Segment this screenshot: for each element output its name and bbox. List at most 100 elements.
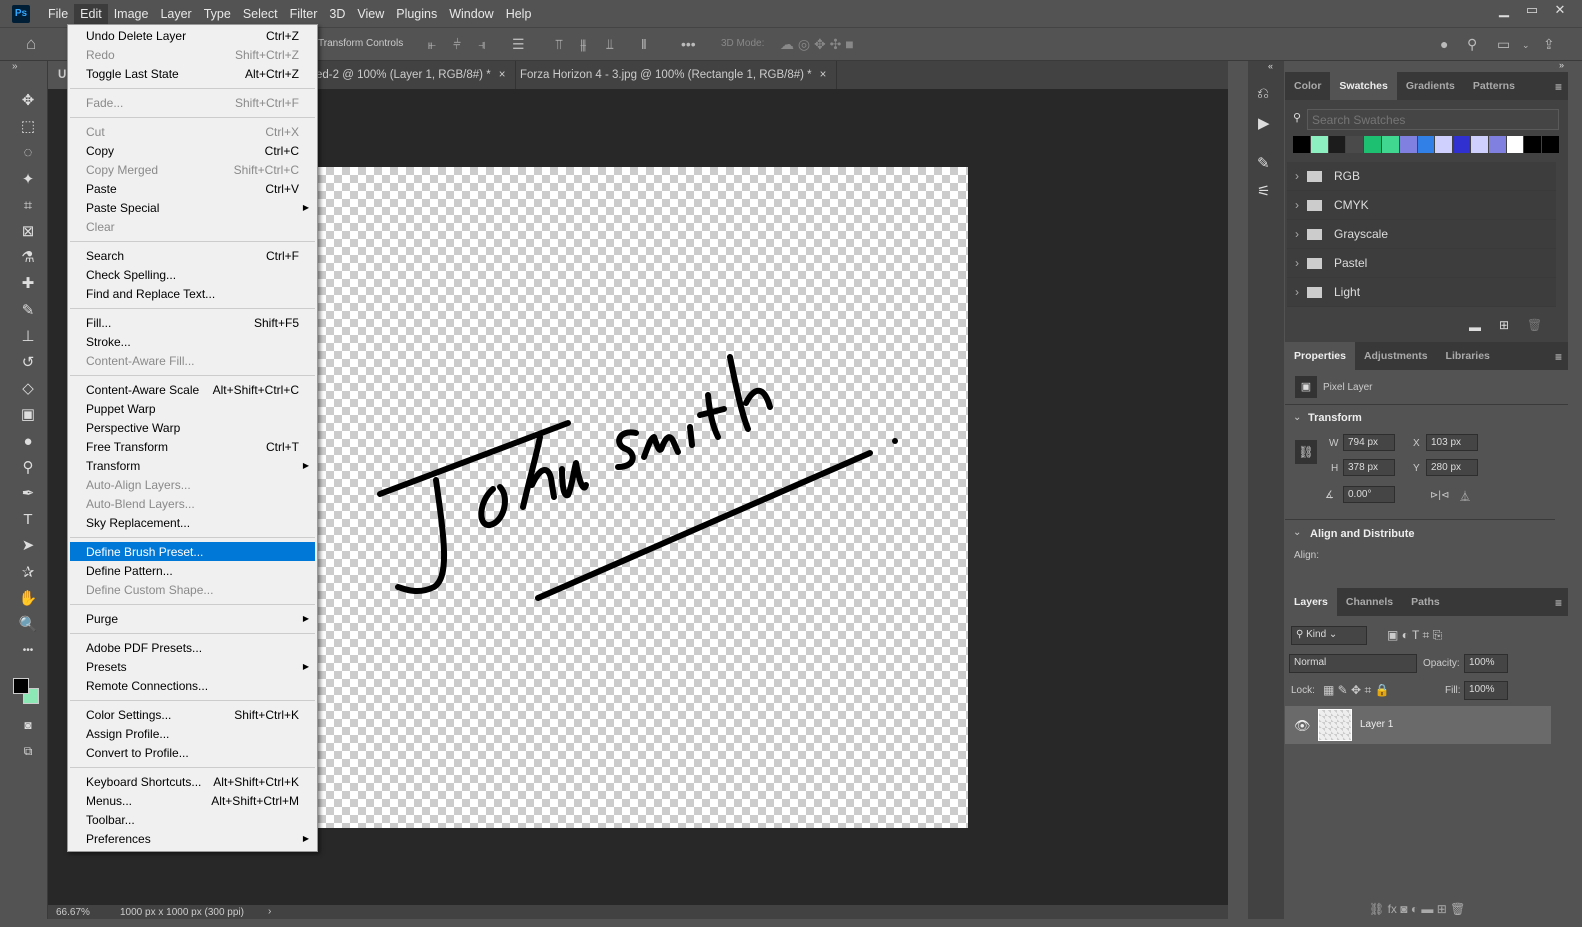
frame-icon[interactable]: ⊠: [18, 222, 38, 242]
color-swatch[interactable]: [1399, 136, 1417, 153]
blend-mode-select[interactable]: Normal: [1289, 654, 1417, 673]
link-icon[interactable]: ⛓: [1295, 440, 1317, 464]
menu-item-copy-merged[interactable]: Copy Merged Shift+Ctrl+C: [68, 160, 317, 179]
document-tab[interactable]: ed-2 @ 100% (Layer 1, RGB/8#) * ×: [306, 61, 517, 89]
lock-icons[interactable]: ▦ ✎ ✥ ⌗ 🔒: [1323, 683, 1389, 698]
healing-icon[interactable]: ✚: [18, 274, 38, 294]
search-swatches-input[interactable]: [1307, 109, 1559, 130]
color-swatch[interactable]: [1506, 136, 1524, 153]
eye-icon[interactable]: 👁: [1294, 718, 1311, 734]
new-group-icon[interactable]: ▬: [1469, 320, 1481, 334]
history-icon[interactable]: ⎌: [1257, 85, 1269, 102]
screen-mode-icon[interactable]: ⧉: [18, 741, 38, 761]
menu-item-color-settings[interactable]: Color Settings... Shift+Ctrl+K: [68, 705, 317, 724]
color-swatch[interactable]: [1328, 136, 1346, 153]
color-swatch[interactable]: [1293, 136, 1310, 153]
menu-item-transform[interactable]: Transform ▶: [68, 456, 317, 475]
foreground-color-swatch[interactable]: [13, 678, 29, 694]
expand-icon[interactable]: »: [12, 61, 18, 72]
x-field[interactable]: 103 px: [1426, 434, 1478, 451]
workspace-icon[interactable]: ▭: [1497, 36, 1510, 53]
menu-3d[interactable]: 3D: [323, 4, 351, 24]
menu-item-perspective-warp[interactable]: Perspective Warp: [68, 418, 317, 437]
magic-wand-icon[interactable]: ✦: [18, 170, 38, 190]
color-swatch[interactable]: [1524, 136, 1542, 153]
menu-item-content-aware-fill[interactable]: Content-Aware Fill...: [68, 351, 317, 370]
menu-type[interactable]: Type: [198, 4, 237, 24]
new-swatch-icon[interactable]: ⊞: [1499, 318, 1509, 332]
tab-channels[interactable]: Channels: [1337, 588, 1402, 616]
tab-layers[interactable]: Layers: [1285, 588, 1337, 616]
close-icon[interactable]: ×: [499, 69, 506, 81]
eyedropper-icon[interactable]: ⚗: [18, 248, 38, 268]
opacity-field[interactable]: 100%: [1464, 654, 1508, 673]
lasso-icon[interactable]: ◌: [18, 143, 38, 163]
menu-item-cut[interactable]: Cut Ctrl+X: [68, 122, 317, 141]
distribute-vertical-icon[interactable]: ‖: [641, 36, 647, 52]
brush-icon[interactable]: ✎: [18, 301, 38, 321]
menu-select[interactable]: Select: [237, 4, 284, 24]
swatch-group-pastel[interactable]: › Pastel: [1287, 249, 1556, 278]
chevron-down-icon[interactable]: ⌄: [1293, 412, 1301, 423]
distribute-icon[interactable]: ☰: [512, 36, 525, 53]
tab-color[interactable]: Color: [1285, 72, 1330, 100]
delete-icon[interactable]: 🗑: [1527, 318, 1542, 332]
color-swatch[interactable]: [1346, 136, 1364, 153]
menu-item-adobe-pdf-presets[interactable]: Adobe PDF Presets...: [68, 638, 317, 657]
menu-item-presets[interactable]: Presets ▶: [68, 657, 317, 676]
align-right-icon[interactable]: ⫣: [478, 36, 486, 53]
align-bottom-icon[interactable]: ⫫: [606, 36, 614, 53]
align-top-icon[interactable]: ⫪: [555, 36, 563, 53]
menu-item-check-spelling[interactable]: Check Spelling...: [68, 265, 317, 284]
chevron-right-icon[interactable]: ›: [1295, 169, 1299, 183]
menu-image[interactable]: Image: [108, 4, 155, 24]
home-icon[interactable]: ⌂: [26, 34, 36, 54]
fill-field[interactable]: 100%: [1464, 681, 1508, 700]
quick-mask-icon[interactable]: ◙: [18, 715, 38, 735]
menu-item-fill[interactable]: Fill... Shift+F5: [68, 313, 317, 332]
color-swatch[interactable]: [1310, 136, 1328, 153]
layer-actions[interactable]: ⛓ fx ◙ ◐ ▬ ⊞ 🗑: [1369, 902, 1465, 916]
hand-icon[interactable]: ✋: [18, 589, 38, 609]
color-swatch[interactable]: [1542, 136, 1559, 153]
menu-item-stroke[interactable]: Stroke...: [68, 332, 317, 351]
zoom-icon[interactable]: 🔍: [18, 615, 38, 635]
eraser-icon[interactable]: ◇: [18, 379, 38, 399]
chevron-down-icon[interactable]: ⌄: [1522, 40, 1530, 51]
menu-item-define-brush-preset[interactable]: Define Brush Preset...: [70, 542, 315, 561]
export-share-icon[interactable]: ⇪: [1543, 36, 1555, 53]
height-field[interactable]: 378 px: [1343, 459, 1395, 476]
tab-adjustments[interactable]: Adjustments: [1355, 342, 1437, 370]
menu-window[interactable]: Window: [443, 4, 499, 24]
menu-item-toolbar[interactable]: Toolbar...: [68, 810, 317, 829]
menu-item-auto-align-layers[interactable]: Auto-Align Layers...: [68, 475, 317, 494]
shape-icon[interactable]: ✰: [18, 563, 38, 583]
status-arrow-icon[interactable]: ›: [268, 906, 271, 917]
menu-item-define-pattern[interactable]: Define Pattern...: [68, 561, 317, 580]
layer-name[interactable]: Layer 1: [1360, 719, 1393, 730]
align-middle-icon[interactable]: ⫵: [580, 36, 586, 53]
expand-panels-icon[interactable]: »: [1559, 60, 1564, 70]
color-swatch[interactable]: [1470, 136, 1488, 153]
filter-icons[interactable]: ▣ ◐ T ⌗ ⎘: [1387, 628, 1442, 643]
tab-libraries[interactable]: Libraries: [1437, 342, 1499, 370]
flip-vertical-icon[interactable]: ⏅: [1460, 488, 1470, 503]
zoom-level[interactable]: 66.67%: [56, 907, 90, 918]
menu-help[interactable]: Help: [500, 4, 538, 24]
menu-item-toggle-last-state[interactable]: Toggle Last State Alt+Ctrl+Z: [68, 64, 317, 83]
menu-item-undo-delete-layer[interactable]: Undo Delete Layer Ctrl+Z: [68, 26, 317, 45]
menu-item-content-aware-scale[interactable]: Content-Aware Scale Alt+Shift+Ctrl+C: [68, 380, 317, 399]
tab-paths[interactable]: Paths: [1402, 588, 1449, 616]
menu-item-find-and-replace-text[interactable]: Find and Replace Text...: [68, 284, 317, 303]
move-icon[interactable]: ✥: [18, 91, 38, 111]
blur-icon[interactable]: ●: [18, 432, 38, 452]
type-icon[interactable]: T: [18, 510, 38, 530]
history-brush-icon[interactable]: ↺: [18, 353, 38, 373]
crop-icon[interactable]: ⌗: [18, 196, 38, 216]
menu-item-preferences[interactable]: Preferences ▶: [68, 829, 317, 848]
width-field[interactable]: 794 px: [1343, 434, 1395, 451]
color-swatch[interactable]: [1417, 136, 1435, 153]
color-swatch[interactable]: [1453, 136, 1470, 153]
menu-item-keyboard-shortcuts[interactable]: Keyboard Shortcuts... Alt+Shift+Ctrl+K: [68, 772, 317, 791]
menu-item-paste[interactable]: Paste Ctrl+V: [68, 179, 317, 198]
